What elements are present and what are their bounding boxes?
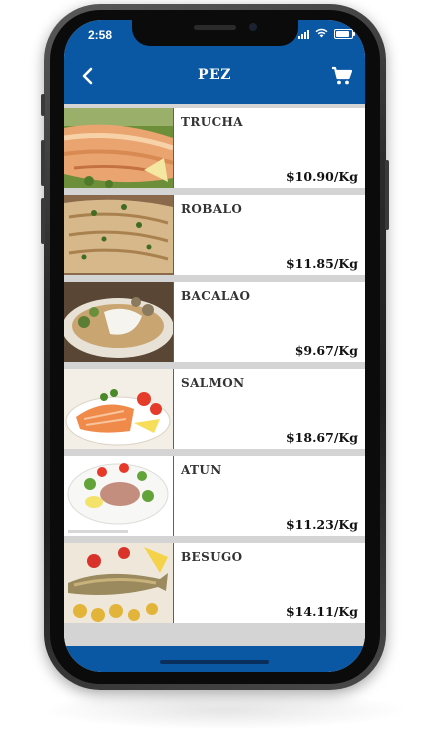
product-price: $10.90/Kg [285,169,358,184]
product-name: BACALAO [181,289,251,303]
product-name: ATUN [181,463,222,477]
page-title: PEZ [198,67,231,83]
shopping-cart-icon [332,66,353,85]
product-row[interactable]: SALMON $18.67/Kg [64,369,365,449]
product-price: $11.23/Kg [285,517,358,532]
product-price: $14.11/Kg [285,604,358,619]
cod-dish-photo [64,282,174,362]
top-navbar: PEZ [64,48,365,104]
front-camera [249,23,257,31]
status-icons [298,28,355,40]
signal-icon [298,29,309,39]
trout-fillet-photo [64,108,174,188]
notch [132,20,298,46]
bottom-bar [64,646,365,672]
power-button [385,160,389,230]
tuna-salad-photo [64,456,174,536]
product-name: ROBALO [181,202,243,216]
device-shadow [40,690,410,730]
volume-down-button [41,198,45,244]
mute-switch [41,94,45,116]
product-price: $9.67/Kg [294,343,358,358]
product-name: SALMON [181,376,245,390]
sea-bass-fillet-photo [64,195,174,275]
battery-icon [334,29,355,39]
app-screen: 2:58 PEZ TRUCHA $10.90/Kg ROBALO $11.85/… [64,20,365,672]
sea-bream-photo [64,543,174,623]
volume-up-button [41,140,45,186]
product-price: $11.85/Kg [285,256,358,271]
home-indicator[interactable] [160,660,269,664]
salmon-plate-photo [64,369,174,449]
status-time: 2:58 [88,28,113,42]
product-list: TRUCHA $10.90/Kg ROBALO $11.85/Kg BACALA… [64,104,365,646]
cart-button[interactable] [329,62,355,90]
product-price: $18.67/Kg [285,430,358,445]
product-name: TRUCHA [181,115,243,129]
product-name: BESUGO [181,550,243,564]
product-row[interactable]: ROBALO $11.85/Kg [64,195,365,275]
speaker-grille [194,25,236,30]
product-row[interactable]: TRUCHA $10.90/Kg [64,108,365,188]
product-row[interactable]: BACALAO $9.67/Kg [64,282,365,362]
product-row[interactable]: BESUGO $14.11/Kg [64,543,365,623]
product-row[interactable]: ATUN $11.23/Kg [64,456,365,536]
wifi-icon [315,28,328,40]
